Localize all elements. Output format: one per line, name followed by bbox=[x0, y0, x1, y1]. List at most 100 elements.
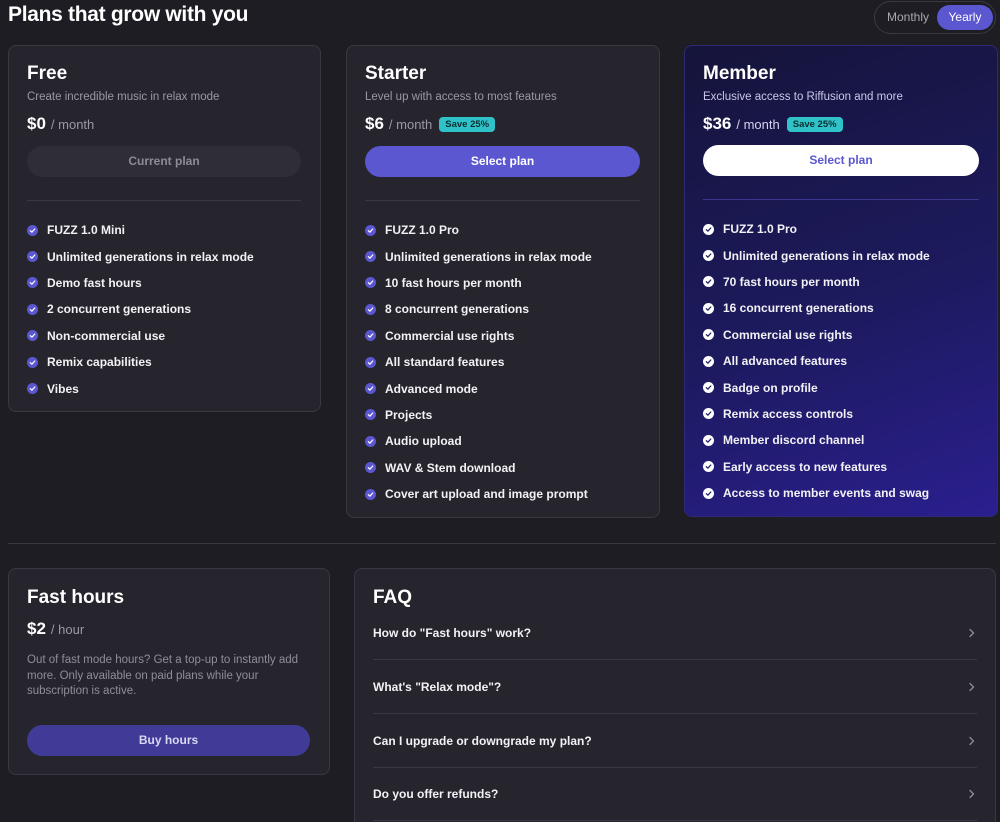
faq-question: Can I upgrade or downgrade my plan? bbox=[373, 733, 592, 748]
feature-label: FUZZ 1.0 Pro bbox=[385, 223, 460, 238]
feature-label: 8 concurrent generations bbox=[385, 302, 530, 317]
fast-hours-price: $2 bbox=[27, 619, 46, 638]
feature-item: 16 concurrent generations bbox=[703, 295, 930, 321]
feature-label: Demo fast hours bbox=[47, 275, 142, 290]
plan-name: Free bbox=[27, 63, 68, 84]
feature-label: Access to member events and swag bbox=[723, 486, 930, 501]
check-circle-icon bbox=[27, 224, 38, 236]
feature-label: 70 fast hours per month bbox=[723, 274, 860, 289]
feature-item: Cover art upload and image prompt bbox=[365, 481, 592, 507]
check-circle-icon bbox=[365, 383, 376, 395]
plan-card-starter: Starter Level up with access to most fea… bbox=[346, 45, 660, 518]
fast-hours-description: Out of fast mode hours? Get a top-up to … bbox=[27, 654, 299, 697]
billing-monthly-option[interactable]: Monthly bbox=[879, 5, 937, 30]
feature-label: Vibes bbox=[47, 381, 79, 396]
check-circle-icon bbox=[703, 355, 714, 367]
plan-price: $0 bbox=[27, 114, 46, 133]
plan-card-free: Free Create incredible music in relax mo… bbox=[8, 45, 321, 412]
feature-label: Remix capabilities bbox=[47, 355, 152, 370]
feature-item: FUZZ 1.0 Mini bbox=[27, 217, 254, 243]
feature-item: Remix access controls bbox=[703, 401, 930, 427]
feature-label: Badge on profile bbox=[723, 380, 818, 395]
select-plan-button[interactable]: Select plan bbox=[365, 146, 640, 177]
check-circle-icon bbox=[703, 223, 714, 235]
feature-item: Commercial use rights bbox=[703, 322, 930, 348]
feature-item: Advanced mode bbox=[365, 375, 592, 401]
feature-label: Member discord channel bbox=[723, 433, 865, 448]
check-circle-icon bbox=[703, 329, 714, 341]
check-circle-icon bbox=[703, 461, 714, 473]
feature-item: Unlimited generations in relax mode bbox=[703, 242, 930, 268]
feature-label: Commercial use rights bbox=[385, 328, 515, 343]
feature-item: All advanced features bbox=[703, 348, 930, 374]
feature-item: FUZZ 1.0 Pro bbox=[365, 217, 592, 243]
feature-label: Advanced mode bbox=[385, 381, 478, 396]
current-plan-button[interactable]: Current plan bbox=[27, 146, 301, 177]
billing-toggle[interactable]: Monthly Yearly bbox=[874, 1, 996, 34]
feature-list: FUZZ 1.0 Pro Unlimited generations in rel… bbox=[365, 217, 592, 507]
divider bbox=[703, 199, 979, 200]
feature-item: Projects bbox=[365, 402, 592, 428]
feature-item: Non-commercial use bbox=[27, 323, 254, 349]
price-row: $6 / month Save 25% bbox=[365, 114, 496, 134]
check-circle-icon bbox=[365, 356, 376, 368]
chevron-right-icon bbox=[969, 628, 975, 637]
price-period: / month bbox=[50, 116, 95, 132]
price-period: / month bbox=[736, 116, 780, 132]
plan-name: Starter bbox=[365, 63, 427, 84]
feature-item: 70 fast hours per month bbox=[703, 269, 930, 295]
faq-question: How do "Fast hours" work? bbox=[373, 625, 532, 640]
feature-label: 16 concurrent generations bbox=[723, 301, 874, 316]
feature-list: FUZZ 1.0 Mini Unlimited generations in re… bbox=[27, 217, 254, 402]
faq-item[interactable]: Can I upgrade or downgrade my plan? bbox=[373, 714, 977, 768]
feature-label: Non-commercial use bbox=[47, 328, 166, 343]
feature-item: 2 concurrent generations bbox=[27, 296, 254, 322]
plan-description: Exclusive access to Riffusion and more bbox=[703, 91, 903, 103]
feature-label: Projects bbox=[385, 407, 433, 422]
check-circle-icon bbox=[27, 251, 38, 263]
feature-item: WAV & Stem download bbox=[365, 455, 592, 481]
feature-label: Unlimited generations in relax mode bbox=[723, 248, 930, 263]
feature-label: Commercial use rights bbox=[723, 327, 853, 342]
buy-hours-button[interactable]: Buy hours bbox=[27, 725, 310, 756]
faq-item[interactable]: What's "Relax mode"? bbox=[373, 660, 977, 714]
price-row: $0 / month bbox=[27, 114, 94, 134]
select-plan-button[interactable]: Select plan bbox=[703, 145, 979, 176]
check-circle-icon bbox=[365, 277, 376, 289]
feature-label: Early access to new features bbox=[723, 459, 888, 474]
divider bbox=[27, 200, 301, 201]
check-circle-icon bbox=[27, 277, 38, 289]
feature-label: Audio upload bbox=[385, 434, 462, 449]
plan-name: Member bbox=[703, 63, 776, 84]
chevron-right-icon bbox=[969, 789, 975, 798]
feature-label: Unlimited generations in relax mode bbox=[47, 249, 254, 264]
section-divider bbox=[8, 543, 996, 544]
check-circle-icon bbox=[365, 303, 376, 315]
billing-yearly-option[interactable]: Yearly bbox=[937, 5, 993, 30]
check-circle-icon bbox=[365, 462, 376, 474]
feature-label: Remix access controls bbox=[723, 406, 854, 421]
plan-description: Level up with access to most features bbox=[365, 91, 557, 103]
feature-label: FUZZ 1.0 Pro bbox=[723, 222, 798, 237]
feature-label: Unlimited generations in relax mode bbox=[385, 249, 592, 264]
divider bbox=[365, 200, 640, 201]
feature-item: FUZZ 1.0 Pro bbox=[703, 216, 930, 242]
check-circle-icon bbox=[365, 251, 376, 263]
feature-item: Commercial use rights bbox=[365, 323, 592, 349]
feature-label: 2 concurrent generations bbox=[47, 302, 192, 317]
feature-item: Audio upload bbox=[365, 428, 592, 454]
faq-item[interactable]: How do "Fast hours" work? bbox=[373, 606, 977, 660]
check-circle-icon bbox=[27, 303, 38, 315]
check-circle-icon bbox=[365, 435, 376, 447]
check-circle-icon bbox=[703, 408, 714, 420]
feature-list: FUZZ 1.0 Pro Unlimited generations in rel… bbox=[703, 216, 930, 506]
check-circle-icon bbox=[27, 330, 38, 342]
faq-item[interactable]: Do you offer refunds? bbox=[373, 767, 977, 821]
fast-hours-title: Fast hours bbox=[27, 587, 125, 608]
feature-item: 10 fast hours per month bbox=[365, 270, 592, 296]
feature-item: Remix capabilities bbox=[27, 349, 254, 375]
feature-item: Badge on profile bbox=[703, 374, 930, 400]
chevron-right-icon bbox=[969, 736, 975, 745]
fast-hours-card: Fast hours $2 / hour Out of fast mode ho… bbox=[8, 568, 330, 775]
feature-item: 8 concurrent generations bbox=[365, 296, 592, 322]
